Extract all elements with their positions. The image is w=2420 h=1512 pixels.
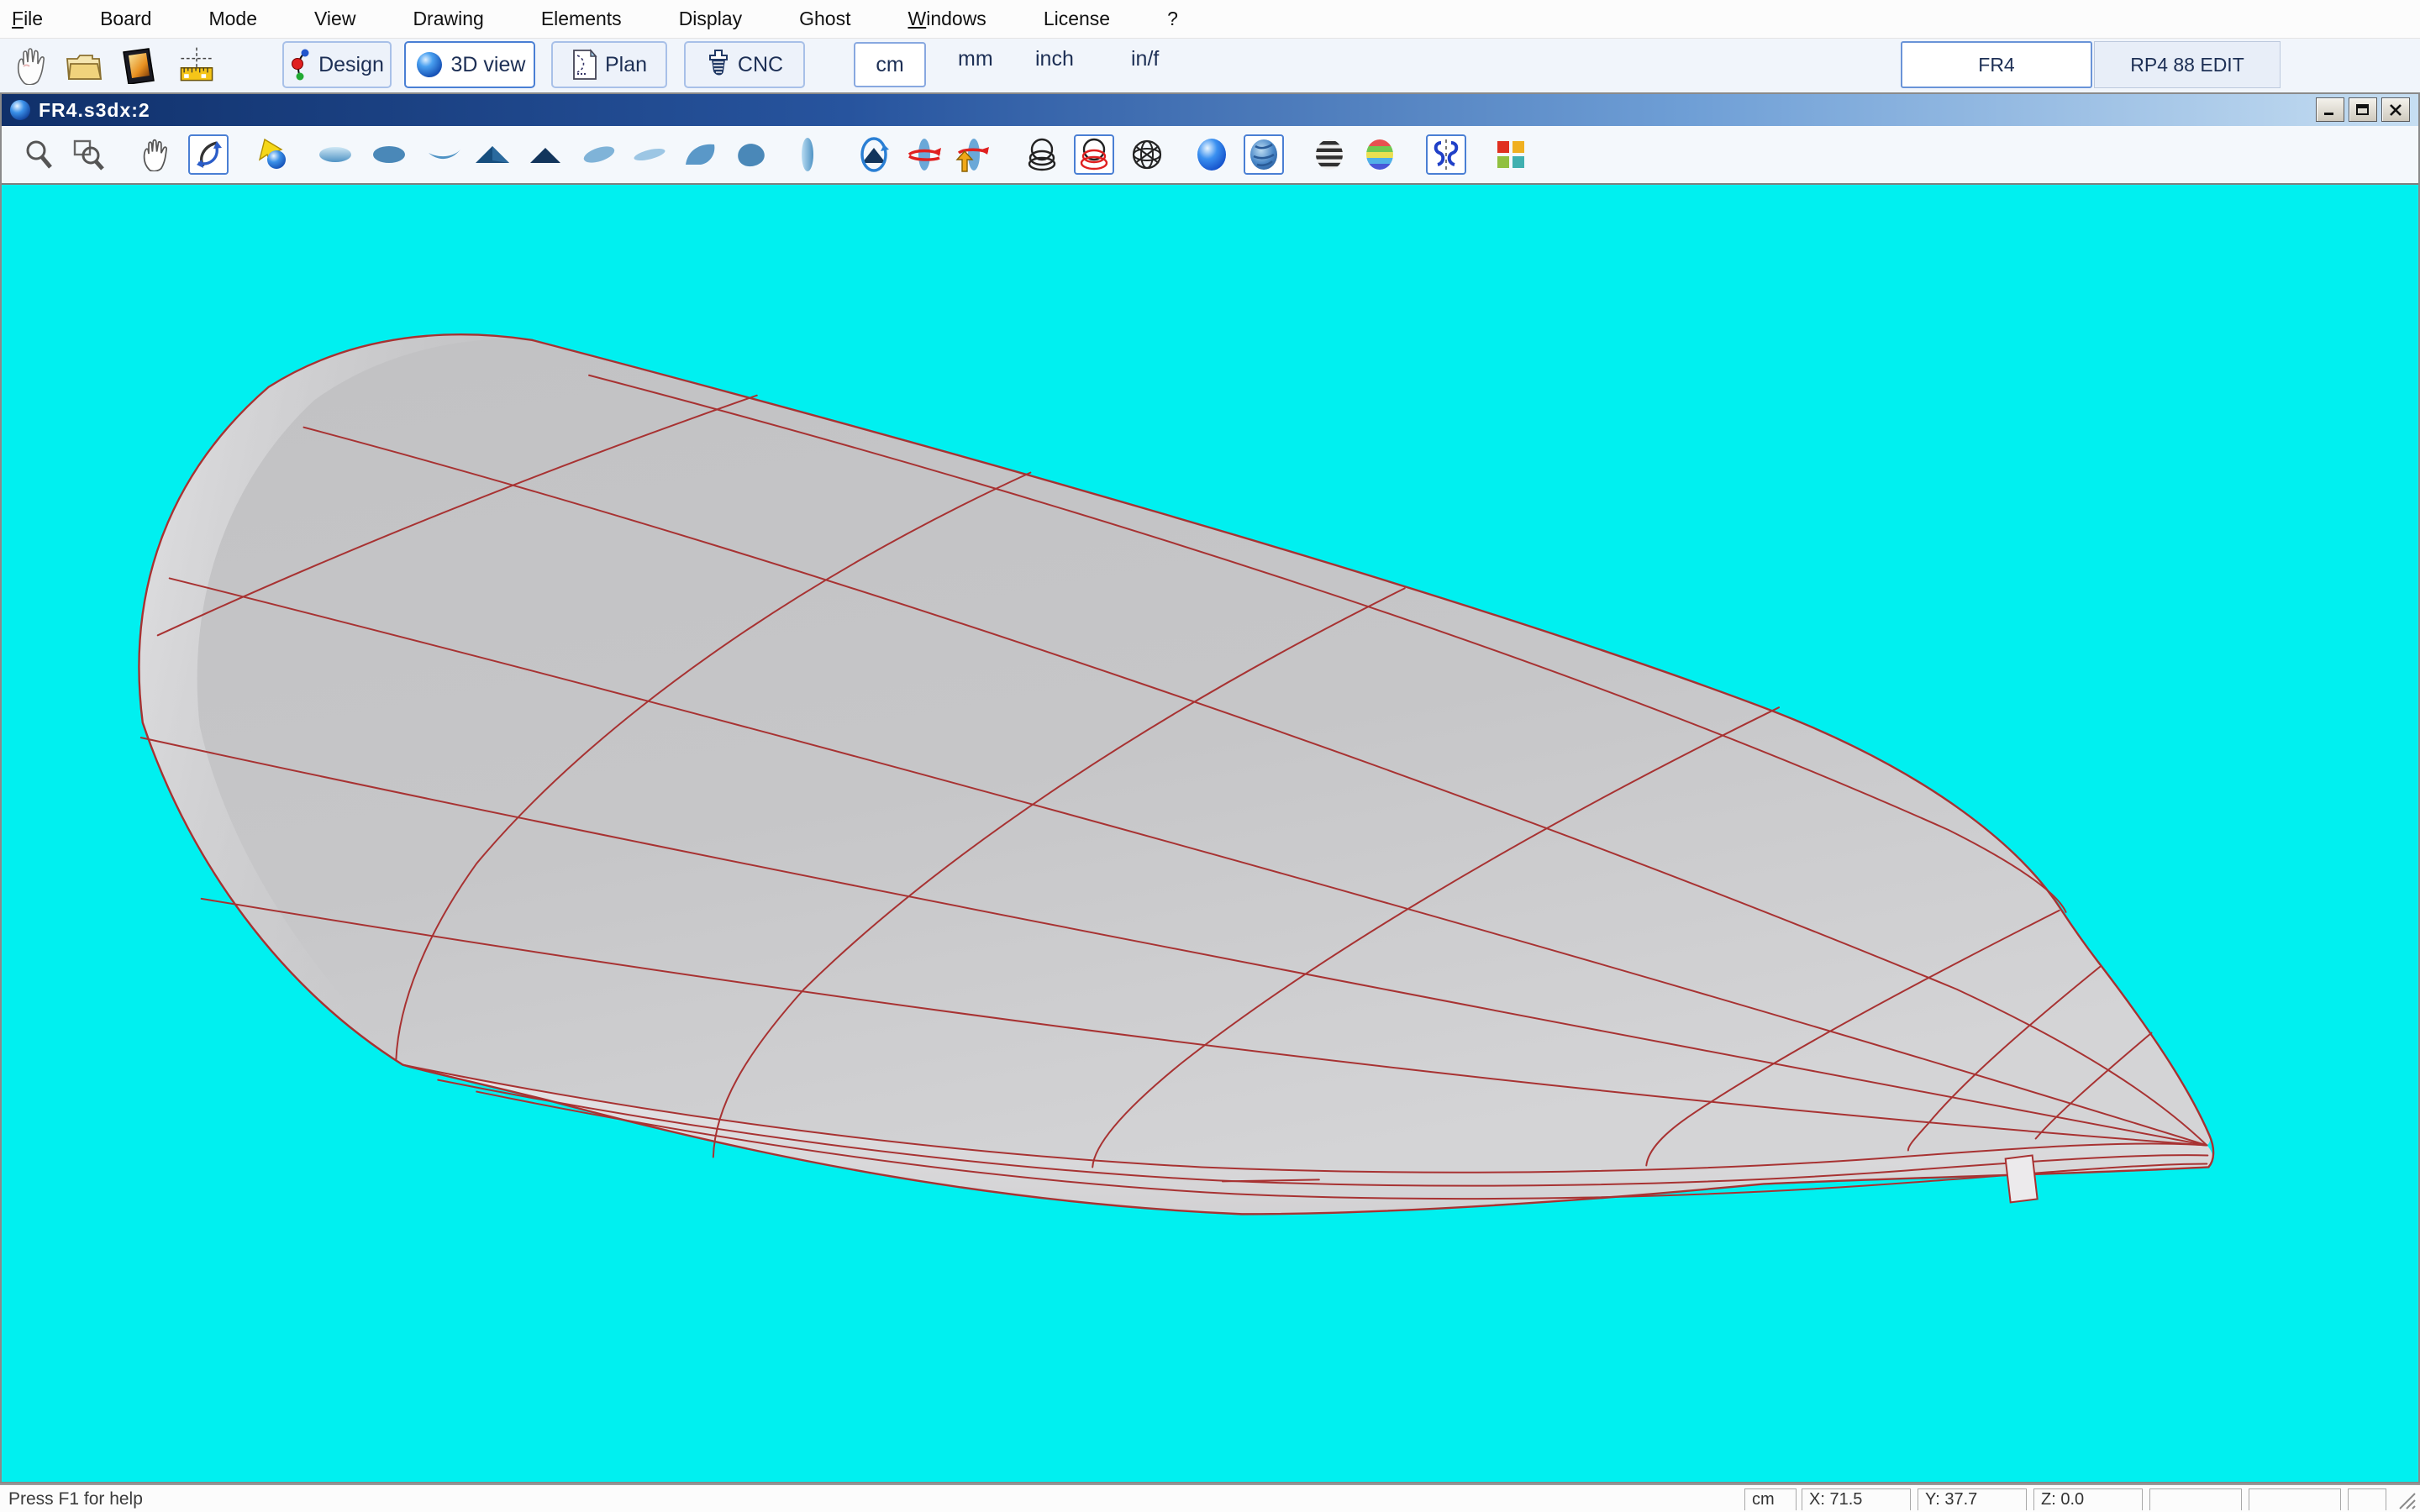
unit-inf[interactable]: in/f xyxy=(1131,47,1159,71)
status-bar: Press F1 for help cm X: 71.5 Y: 37.7 Z: … xyxy=(0,1483,2420,1512)
document-window: FR4.s3dx:2 xyxy=(0,92,2420,1483)
measure-ruler-icon[interactable] xyxy=(175,44,218,87)
doc-tab-rp4-label: RP4 88 EDIT xyxy=(2130,54,2244,76)
sphere-wireframe-icon[interactable] xyxy=(1022,134,1062,175)
minimize-button[interactable] xyxy=(2316,97,2344,122)
menu-ghost[interactable]: Ghost xyxy=(799,8,850,30)
view-nose-icon[interactable] xyxy=(472,134,513,175)
menu-file[interactable]: File xyxy=(12,8,43,30)
zoom-window-icon[interactable] xyxy=(68,134,108,175)
unit-inch[interactable]: inch xyxy=(1035,47,1074,71)
rotate-horizontal-icon[interactable] xyxy=(854,134,894,175)
menu-view[interactable]: View xyxy=(314,8,355,30)
view-toolbar xyxy=(2,126,2418,185)
menu-bar: File Board Mode View Drawing Elements Di… xyxy=(0,0,2420,39)
status-x-coord: X: 71.5 xyxy=(1802,1488,1911,1510)
main-toolbar: Design 3D view Plan CNC cm mm inch in/f … xyxy=(0,39,2420,92)
doc-tab-rp4[interactable]: RP4 88 EDIT xyxy=(2094,41,2281,88)
window-title: FR4.s3dx:2 xyxy=(39,99,150,122)
view-deck-icon[interactable] xyxy=(315,134,355,175)
sphere-rainbow-icon[interactable] xyxy=(1360,134,1400,175)
board-3d-model[interactable] xyxy=(2,185,2418,1482)
status-help-text: Press F1 for help xyxy=(8,1489,143,1509)
sphere-solid-icon[interactable] xyxy=(1192,134,1232,175)
menu-board[interactable]: Board xyxy=(100,8,151,30)
rotate-vertical-up-icon[interactable] xyxy=(950,134,991,175)
save-icon[interactable] xyxy=(116,44,160,87)
plan-label: Plan xyxy=(605,53,647,77)
window-icon xyxy=(8,98,32,122)
pan-hand-icon[interactable] xyxy=(134,134,175,175)
doc-tab-fr4[interactable]: FR4 xyxy=(1901,41,2092,88)
status-empty-2 xyxy=(2249,1488,2341,1510)
model-viewport[interactable] xyxy=(2,185,2418,1482)
sphere-mesh-icon[interactable] xyxy=(1127,134,1167,175)
view-rocker-icon[interactable] xyxy=(424,134,465,175)
status-empty-3 xyxy=(2348,1488,2386,1510)
menu-elements[interactable]: Elements xyxy=(541,8,622,30)
restore-button[interactable] xyxy=(2349,97,2377,122)
zoom-icon[interactable] xyxy=(18,134,59,175)
status-z-coord: Z: 0.0 xyxy=(2033,1488,2143,1510)
status-y-coord: Y: 37.7 xyxy=(1918,1488,2027,1510)
sphere-textured-icon[interactable] xyxy=(1244,134,1284,175)
hand-icon[interactable] xyxy=(8,44,52,87)
plan-button[interactable]: Plan xyxy=(551,41,667,88)
design-label: Design xyxy=(318,53,384,77)
window-title-bar[interactable]: FR4.s3dx:2 xyxy=(2,94,2418,126)
view-bottom-icon[interactable] xyxy=(369,134,409,175)
cnc-label: CNC xyxy=(738,53,783,77)
cnc-button[interactable]: CNC xyxy=(684,41,805,88)
status-unit: cm xyxy=(1744,1488,1797,1510)
menu-license[interactable]: License xyxy=(1044,8,1110,30)
menu-mode[interactable]: Mode xyxy=(208,8,257,30)
color-squares-icon[interactable] xyxy=(1491,134,1531,175)
tail-stringer-notch xyxy=(2006,1155,2038,1202)
rotate-3d-icon[interactable] xyxy=(188,134,229,175)
unit-cm[interactable]: cm xyxy=(854,42,926,87)
view-quarter-icon[interactable] xyxy=(681,134,721,175)
view-perspective-1-icon[interactable] xyxy=(579,134,619,175)
sphere-striped-icon[interactable] xyxy=(1309,134,1349,175)
close-button[interactable] xyxy=(2381,97,2410,122)
design-button[interactable]: Design xyxy=(282,41,392,88)
menu-drawing[interactable]: Drawing xyxy=(413,8,483,30)
symmetry-ss-icon[interactable] xyxy=(1426,134,1466,175)
unit-cm-label: cm xyxy=(876,53,903,77)
rotate-vertical-icon[interactable] xyxy=(904,134,944,175)
render-pointer-icon[interactable] xyxy=(253,134,293,175)
menu-windows[interactable]: Windows xyxy=(908,8,986,30)
view-perspective-2-icon[interactable] xyxy=(629,134,670,175)
unit-mm[interactable]: mm xyxy=(958,47,993,71)
menu-display[interactable]: Display xyxy=(679,8,742,30)
status-empty-1 xyxy=(2149,1488,2242,1510)
sphere-wireframe-red-icon[interactable] xyxy=(1074,134,1114,175)
view-tail-icon[interactable] xyxy=(525,134,566,175)
view-rounded-icon[interactable] xyxy=(730,134,771,175)
resize-grip-icon[interactable] xyxy=(2396,1490,2417,1512)
open-folder-icon[interactable] xyxy=(62,44,106,87)
view-front-icon[interactable] xyxy=(787,134,828,175)
view-3d-button[interactable]: 3D view xyxy=(404,41,535,88)
menu-help[interactable]: ? xyxy=(1167,8,1178,30)
board-deck-surface xyxy=(139,334,2210,1172)
view-3d-label: 3D view xyxy=(451,53,526,77)
doc-tab-fr4-label: FR4 xyxy=(1978,54,2014,76)
